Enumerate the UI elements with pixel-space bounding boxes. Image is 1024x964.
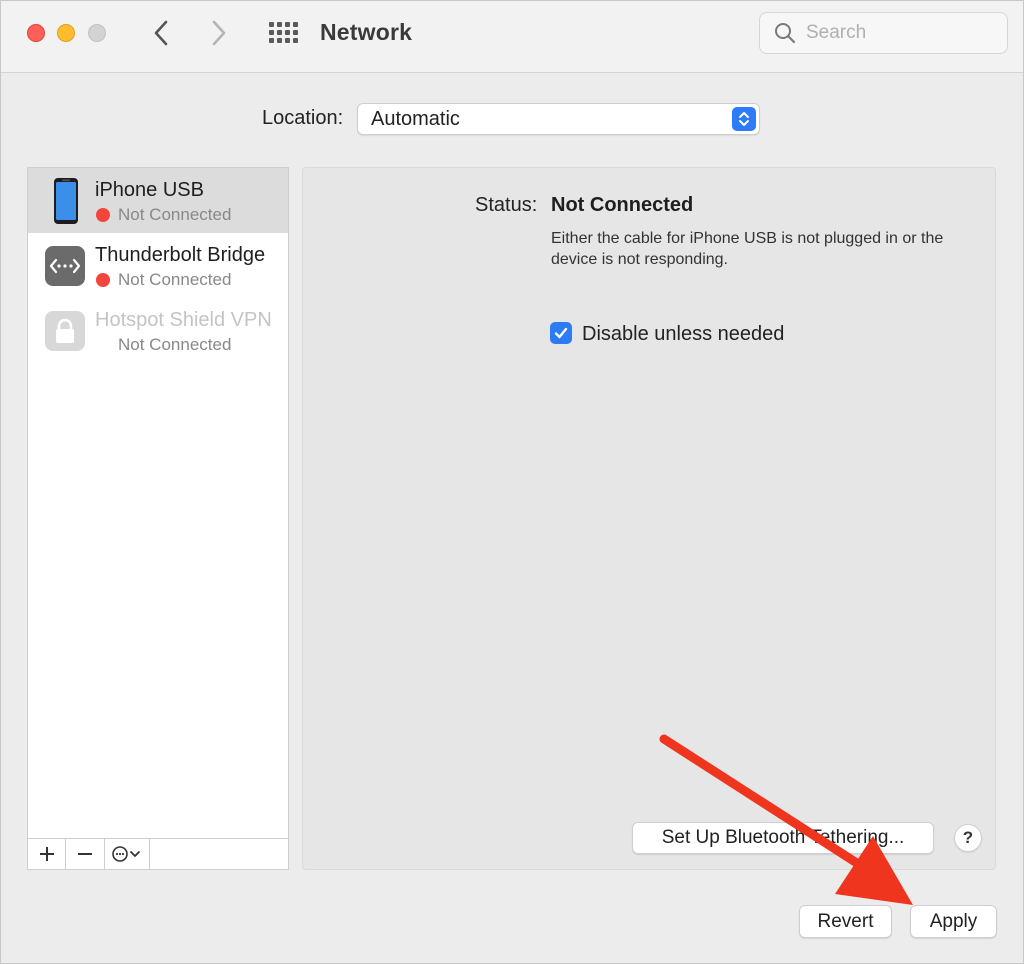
chevron-left-icon: [154, 20, 168, 46]
iphone-icon: [54, 178, 78, 224]
grid-icon: [269, 22, 298, 43]
service-item-iphone-usb[interactable]: iPhone USB Not Connected: [28, 168, 288, 233]
show-all-preferences-button[interactable]: [265, 19, 301, 47]
location-select[interactable]: Automatic: [357, 103, 760, 135]
title-bar: Network: [1, 1, 1023, 73]
status-dot-red: [96, 273, 110, 287]
service-status: Not Connected: [118, 205, 232, 224]
close-window-button[interactable]: [27, 24, 45, 42]
search-icon: [775, 23, 796, 44]
service-name: iPhone USB: [95, 179, 204, 201]
set-up-bluetooth-tethering-button[interactable]: Set Up Bluetooth Tethering...: [632, 822, 934, 854]
checkmark-icon: [554, 327, 568, 339]
back-button[interactable]: [145, 15, 177, 51]
minus-icon: [78, 853, 92, 855]
add-service-button[interactable]: [28, 839, 66, 869]
search-input[interactable]: [806, 19, 996, 47]
status-description: Either the cable for iPhone USB is not p…: [551, 230, 944, 268]
service-list: iPhone USB Not Connected Thunderbolt Bri…: [27, 167, 289, 838]
service-name: Hotspot Shield VPN: [95, 309, 272, 331]
revert-button[interactable]: Revert: [799, 905, 892, 938]
search-field[interactable]: [759, 12, 1008, 54]
chevron-right-icon: [212, 20, 226, 46]
service-status: Not Connected: [118, 335, 232, 354]
select-stepper-icon: [732, 107, 756, 131]
forward-button[interactable]: [203, 15, 235, 51]
location-label: Location:: [262, 107, 344, 129]
service-item-thunderbolt-bridge[interactable]: Thunderbolt Bridge Not Connected: [28, 233, 288, 298]
window-title: Network: [320, 19, 413, 45]
remove-service-button[interactable]: [66, 839, 105, 869]
zoom-window-button[interactable]: [88, 24, 106, 42]
action-menu-button[interactable]: [105, 839, 150, 869]
minimize-window-button[interactable]: [57, 24, 75, 42]
action-menu-icon: [112, 846, 140, 862]
service-item-hotspot-shield-vpn[interactable]: Hotspot Shield VPN Not Connected: [28, 298, 288, 363]
thunderbolt-bridge-icon: [45, 246, 85, 286]
status-value: Not Connected: [551, 194, 694, 216]
network-preferences-window: Network Location: Automatic iP: [0, 0, 1024, 964]
service-list-toolbar: [27, 838, 289, 870]
service-name: Thunderbolt Bridge: [95, 244, 266, 266]
status-label: Status:: [475, 194, 538, 216]
disable-unless-needed-label[interactable]: Disable unless needed: [582, 323, 784, 346]
status-dot-red: [96, 208, 110, 222]
plus-icon: [39, 847, 54, 861]
location-value: Automatic: [371, 108, 460, 130]
disable-unless-needed-checkbox[interactable]: [550, 322, 572, 344]
service-detail-pane: Status: Not Connected Either the cable f…: [302, 167, 996, 870]
lock-icon: [45, 311, 85, 351]
help-button[interactable]: ?: [954, 824, 982, 852]
apply-button[interactable]: Apply: [910, 905, 997, 938]
service-status: Not Connected: [118, 270, 232, 289]
